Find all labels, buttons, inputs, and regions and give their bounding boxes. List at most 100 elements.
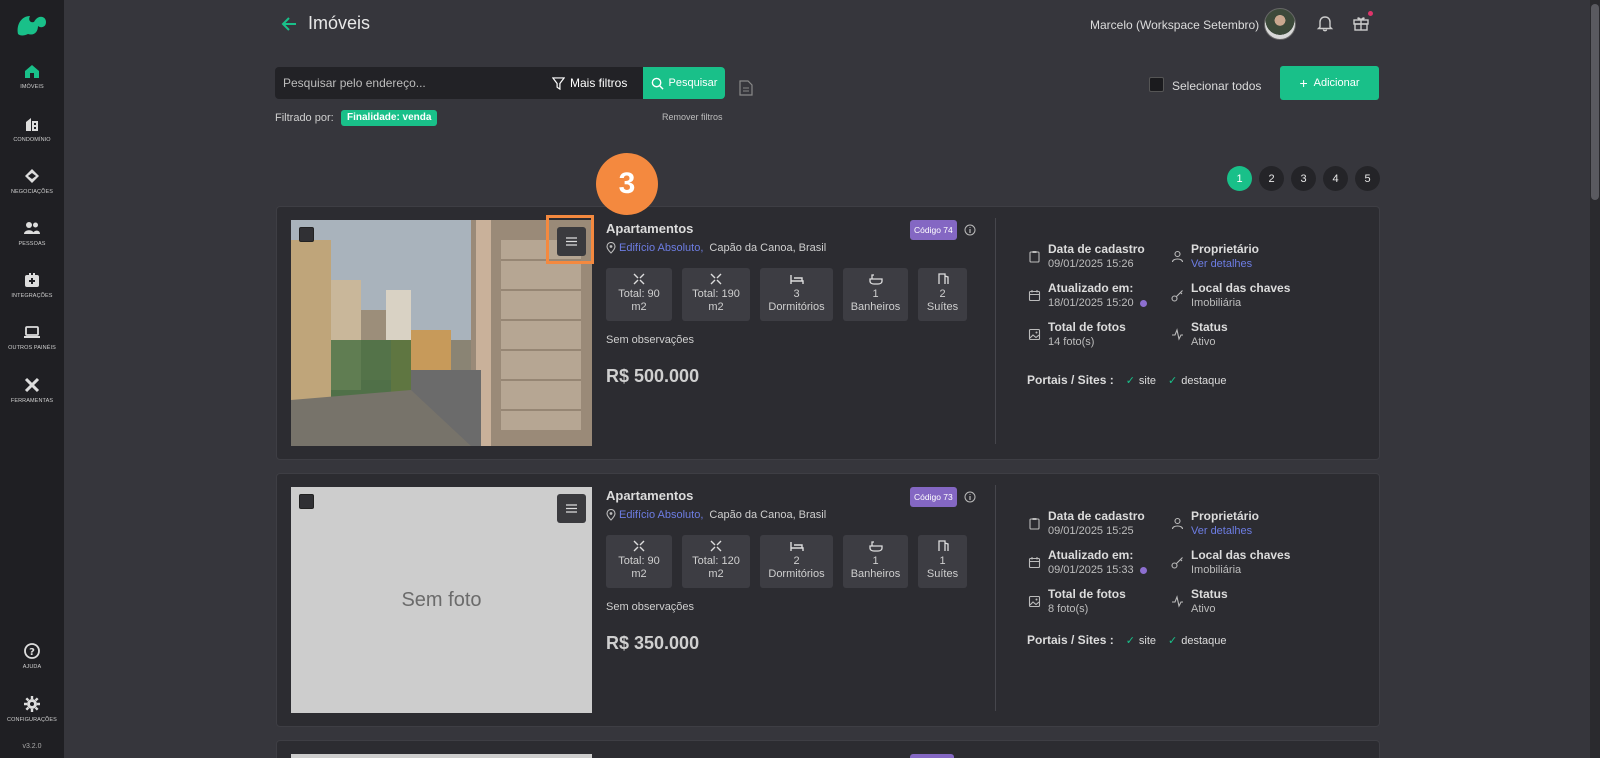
- meta-updated: Atualizado em: 18/01/2025 15:20: [1048, 281, 1147, 309]
- meta-owner: Proprietário Ver detalhes: [1191, 509, 1259, 537]
- scrollbar[interactable]: [1590, 0, 1600, 758]
- meta-label: Local das chaves: [1191, 281, 1291, 295]
- menu-icon: [566, 504, 577, 513]
- feature-value: Total: 90: [618, 555, 660, 567]
- select-all-checkbox[interactable]: [1149, 77, 1164, 92]
- door-icon: [937, 273, 949, 284]
- search-input[interactable]: [283, 67, 533, 99]
- feature-built-area: Total: 190 m2: [682, 268, 750, 321]
- listing-card[interactable]: Apartamentos Código 74 Edifício Absoluto…: [276, 206, 1380, 460]
- scrollbar-thumb[interactable]: [1591, 4, 1599, 200]
- portal-name: destaque: [1181, 634, 1227, 647]
- portal-destaque: ✓ destaque: [1168, 634, 1226, 647]
- listing-price: R$ 500.000: [606, 366, 700, 386]
- sidebar-item-condominio[interactable]: CONDOMÍNIO: [0, 115, 64, 143]
- feature-value: 3: [793, 288, 800, 300]
- remove-filters-link[interactable]: Remover filtros: [662, 112, 723, 122]
- listing-select-checkbox[interactable]: [299, 494, 314, 509]
- help-icon: ?: [24, 643, 40, 659]
- avatar[interactable]: [1264, 8, 1296, 40]
- owner-details-link[interactable]: Ver detalhes: [1191, 525, 1259, 537]
- page-button-1[interactable]: 1: [1227, 166, 1252, 191]
- page-button-4[interactable]: 4: [1323, 166, 1348, 191]
- filter-chip-finalidade[interactable]: Finalidade: venda: [341, 110, 438, 126]
- feature-suites: 2 Suítes: [918, 268, 967, 321]
- sidebar-item-pessoas[interactable]: PESSOAS: [0, 219, 64, 247]
- handshake-icon: [25, 169, 39, 183]
- user-icon: [1171, 517, 1184, 530]
- filter-icon: [552, 76, 565, 90]
- user-workspace-name[interactable]: Marcelo (Workspace Setembro): [1090, 18, 1259, 32]
- meta-label: Status: [1191, 587, 1228, 601]
- meta-created: Data de cadastro 09/01/2025 15:25: [1048, 509, 1145, 537]
- feature-bathrooms: 1 Banheiros: [843, 535, 908, 588]
- expand-icon: [633, 273, 645, 285]
- more-filters-button[interactable]: Mais filtros: [552, 67, 627, 99]
- add-button[interactable]: + Adicionar: [1280, 66, 1379, 100]
- clipboard-icon: [1029, 518, 1040, 530]
- back-arrow-icon[interactable]: [279, 14, 299, 34]
- listing-select-checkbox[interactable]: [299, 227, 314, 242]
- building-link[interactable]: Edifício Absoluto,: [619, 509, 703, 521]
- portals-label: Portais / Sites :: [1027, 373, 1114, 387]
- listing-photo[interactable]: Sem foto: [291, 487, 592, 713]
- sidebar-item-label: CONDOMÍNIO: [13, 137, 51, 143]
- bell-icon[interactable]: [1316, 14, 1334, 32]
- tutorial-highlight: [546, 215, 594, 264]
- tutorial-step-badge: 3: [596, 153, 658, 215]
- add-button-label: Adicionar: [1313, 77, 1360, 89]
- sidebar-item-imoveis[interactable]: IMÓVEIS: [0, 62, 64, 90]
- feature-value: Total: 190: [692, 288, 740, 300]
- logo-icon[interactable]: [14, 10, 48, 38]
- sidebar-item-outros-paineis[interactable]: OUTROS PAINÉIS: [0, 323, 64, 351]
- feature-unit: Banheiros: [850, 301, 901, 313]
- meta-label: Total de fotos: [1048, 587, 1126, 601]
- feature-bedrooms: 2 Dormitórios: [760, 535, 833, 588]
- listing-menu-button[interactable]: [557, 494, 586, 523]
- sidebar-item-ajuda[interactable]: ? AJUDA: [0, 642, 64, 670]
- user-icon: [1171, 250, 1184, 263]
- svg-text:?: ?: [29, 647, 35, 658]
- sidebar-item-negociacoes[interactable]: NEGOCIAÇÕES: [0, 167, 64, 195]
- search-button[interactable]: Pesquisar: [643, 67, 725, 99]
- page-button-5[interactable]: 5: [1355, 166, 1380, 191]
- sidebar-item-configuracoes[interactable]: CONFIGURAÇÕES: [0, 695, 64, 723]
- search-icon: [651, 77, 664, 90]
- no-photo-label: Sem foto: [401, 588, 482, 611]
- bathtub-icon: [868, 541, 883, 552]
- activity-icon: [1172, 328, 1183, 341]
- sidebar-item-ferramentas[interactable]: FERRAMENTAS: [0, 376, 64, 404]
- listing-type: Apartamentos: [606, 221, 694, 236]
- feature-value: Total: 90: [618, 288, 660, 300]
- info-icon[interactable]: [964, 224, 976, 236]
- gift-icon[interactable]: [1352, 14, 1370, 32]
- bed-icon: [789, 542, 804, 551]
- listing-code-badge: [910, 754, 954, 758]
- key-icon: [1171, 290, 1183, 302]
- portal-site: ✓ site: [1126, 374, 1156, 387]
- page-button-2[interactable]: 2: [1259, 166, 1284, 191]
- listing-card[interactable]: [276, 740, 1380, 758]
- feature-unit: Suítes: [926, 568, 959, 580]
- page-button-3[interactable]: 3: [1291, 166, 1316, 191]
- owner-details-link[interactable]: Ver detalhes: [1191, 258, 1259, 270]
- document-icon[interactable]: [739, 80, 753, 96]
- listing-location: Edifício Absoluto, Capão da Canoa, Brasi…: [606, 242, 826, 254]
- meta-status: Status Ativo: [1191, 587, 1228, 615]
- portal-name: site: [1138, 634, 1157, 647]
- listing-observations: Sem observações: [606, 601, 695, 613]
- sidebar-item-integracoes[interactable]: INTEGRAÇÕES: [0, 271, 64, 299]
- filtered-by-label: Filtrado por:: [275, 112, 334, 124]
- listing-card[interactable]: Sem foto Apartamentos Código 73 Edifício…: [276, 473, 1380, 727]
- portal-site: ✓ site: [1126, 634, 1156, 647]
- portal-destaque: ✓ destaque: [1168, 374, 1226, 387]
- listing-photo[interactable]: [291, 754, 592, 758]
- plus-icon: +: [1299, 75, 1308, 91]
- meta-label: Atualizado em:: [1048, 281, 1134, 295]
- meta-keys: Local das chaves Imobiliária: [1191, 281, 1290, 309]
- updated-indicator-dot: [1139, 566, 1147, 574]
- meta-value: 09/01/2025 15:33: [1048, 564, 1134, 576]
- info-icon[interactable]: [964, 491, 976, 503]
- meta-keys: Local das chaves Imobiliária: [1191, 548, 1290, 576]
- building-link[interactable]: Edifício Absoluto,: [619, 242, 703, 254]
